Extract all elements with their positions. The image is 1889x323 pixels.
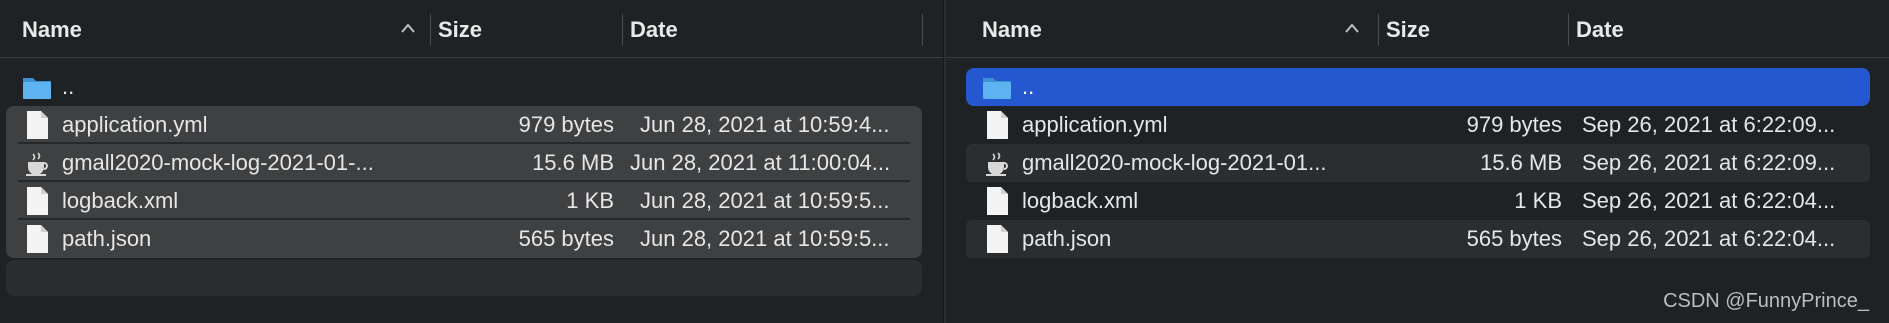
- sort-ascending-icon[interactable]: [1344, 22, 1360, 34]
- watermark: CSDN @FunnyPrince_: [1663, 290, 1869, 312]
- column-divider[interactable]: [922, 14, 923, 46]
- file-name: gmall2020-mock-log-2021-01...: [1022, 150, 1327, 175]
- file-row[interactable]: path.json 565 bytes Jun 28, 2021 at 10:5…: [6, 220, 922, 258]
- size-column-header[interactable]: Size: [438, 0, 482, 57]
- right-file-pane[interactable]: Name Size Date .. application.yml 979 by…: [946, 0, 1889, 323]
- file-size: 15.6 MB: [532, 150, 614, 175]
- column-header: Name Size Date: [946, 0, 1889, 58]
- size-column-header[interactable]: Size: [1386, 0, 1430, 57]
- file-row[interactable]: path.json 565 bytes Sep 26, 2021 at 6:22…: [966, 220, 1870, 258]
- date-column-header[interactable]: Date: [630, 0, 678, 57]
- column-divider[interactable]: [430, 14, 431, 46]
- file-name: logback.xml: [1022, 188, 1139, 213]
- document-icon: [987, 225, 1008, 253]
- folder-icon: [23, 78, 51, 99]
- empty-row: [6, 260, 922, 296]
- file-date: Sep 26, 2021 at 6:22:04...: [1582, 188, 1836, 213]
- file-row[interactable]: application.yml 979 bytes Jun 28, 2021 a…: [6, 106, 922, 144]
- name-column-header[interactable]: Name: [22, 0, 82, 57]
- file-name: path.json: [1022, 226, 1112, 251]
- document-icon: [27, 187, 48, 215]
- folder-icon: [983, 78, 1011, 99]
- file-name: application.yml: [1022, 112, 1168, 137]
- file-name: path.json: [62, 226, 152, 251]
- parent-directory-row[interactable]: ..: [6, 68, 922, 106]
- date-column-header[interactable]: Date: [1576, 0, 1624, 57]
- document-icon: [987, 187, 1008, 215]
- parent-directory-label: ..: [1022, 74, 1035, 99]
- file-name: logback.xml: [62, 188, 179, 213]
- file-date: Jun 28, 2021 at 10:59:5...: [640, 188, 890, 213]
- file-size: 979 bytes: [518, 112, 614, 137]
- file-size: 15.6 MB: [1480, 150, 1562, 175]
- file-date: Sep 26, 2021 at 6:22:04...: [1582, 226, 1836, 251]
- parent-directory-row[interactable]: ..: [966, 68, 1870, 106]
- left-file-pane[interactable]: Name Size Date .. application.yml 979 by…: [0, 0, 943, 323]
- file-row[interactable]: application.yml 979 bytes Sep 26, 2021 a…: [966, 106, 1870, 144]
- file-size: 1 KB: [1514, 188, 1562, 213]
- column-divider[interactable]: [1378, 14, 1379, 46]
- file-date: Sep 26, 2021 at 6:22:09...: [1582, 150, 1836, 175]
- file-date: Jun 28, 2021 at 10:59:5...: [640, 226, 890, 251]
- document-icon: [987, 111, 1008, 139]
- file-size: 565 bytes: [518, 226, 614, 251]
- column-divider[interactable]: [1568, 14, 1569, 46]
- sort-ascending-icon[interactable]: [400, 22, 416, 34]
- column-header: Name Size Date: [0, 0, 943, 58]
- file-row[interactable]: logback.xml 1 KB Jun 28, 2021 at 10:59:5…: [6, 182, 922, 220]
- name-column-header[interactable]: Name: [982, 0, 1042, 57]
- file-name: application.yml: [62, 112, 208, 137]
- java-jar-icon: [26, 152, 48, 176]
- file-date: Sep 26, 2021 at 6:22:09...: [1582, 112, 1836, 137]
- file-name: gmall2020-mock-log-2021-01-...: [62, 150, 374, 175]
- file-size: 565 bytes: [1466, 226, 1562, 251]
- file-date: Jun 28, 2021 at 10:59:4...: [640, 112, 890, 137]
- file-size: 1 KB: [566, 188, 614, 213]
- column-divider[interactable]: [622, 14, 623, 46]
- file-row[interactable]: gmall2020-mock-log-2021-01-... 15.6 MB J…: [6, 144, 922, 182]
- file-date: Jun 28, 2021 at 11:00:04...: [630, 150, 891, 175]
- file-row[interactable]: logback.xml 1 KB Sep 26, 2021 at 6:22:04…: [966, 182, 1870, 220]
- document-icon: [27, 225, 48, 253]
- file-row[interactable]: gmall2020-mock-log-2021-01... 15.6 MB Se…: [966, 144, 1870, 182]
- java-jar-icon: [986, 152, 1008, 176]
- document-icon: [27, 111, 48, 139]
- parent-directory-label: ..: [62, 74, 75, 99]
- file-size: 979 bytes: [1466, 112, 1562, 137]
